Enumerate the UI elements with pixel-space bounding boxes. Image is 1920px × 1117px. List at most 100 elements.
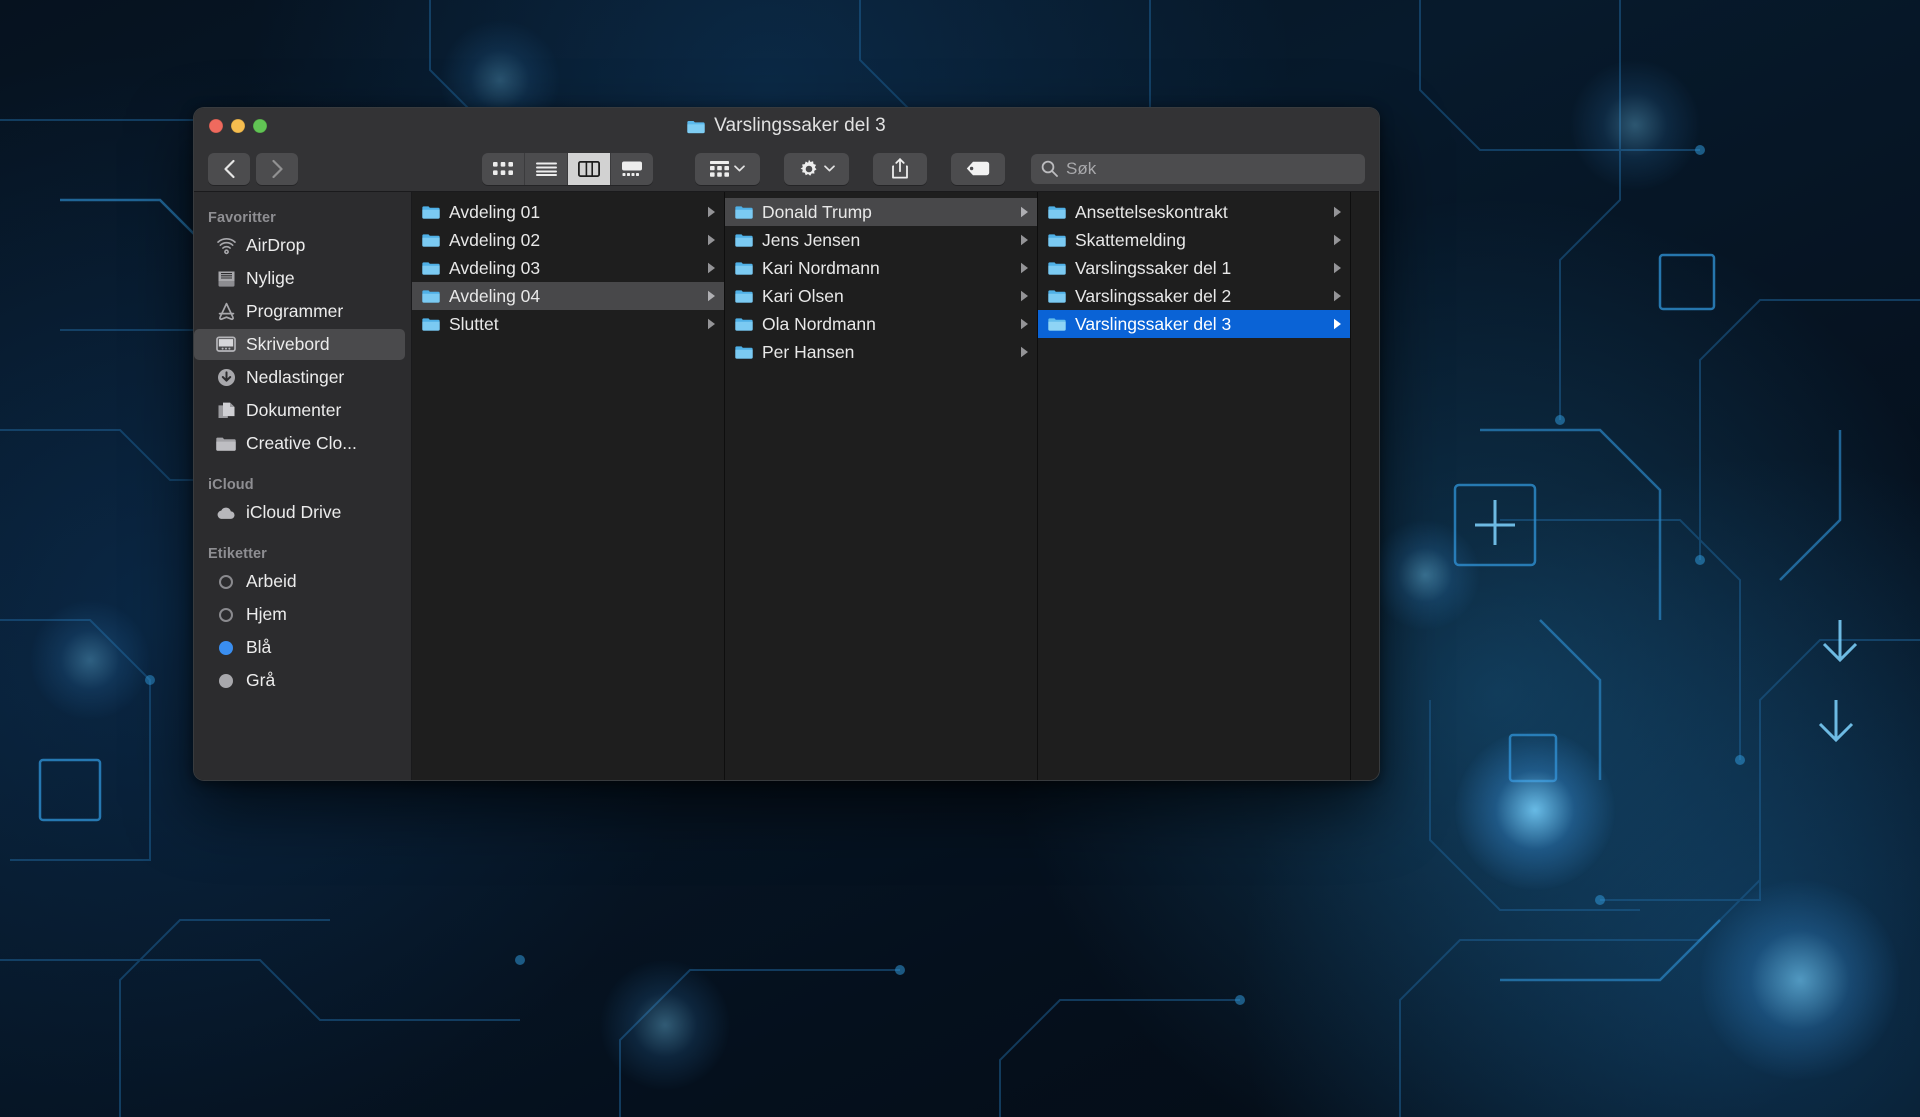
sidebar-item-skrivebord[interactable]: Skrivebord xyxy=(194,329,405,360)
sidebar-item-programmer[interactable]: Programmer xyxy=(194,296,405,327)
column-row[interactable]: Sluttet xyxy=(412,310,724,338)
sidebar-item-nylige[interactable]: Nylige xyxy=(194,263,405,294)
column-row[interactable]: Varslingssaker del 1 xyxy=(1038,254,1350,282)
column-row[interactable]: Ansettelseskontrakt xyxy=(1038,198,1350,226)
column-row-selected-active[interactable]: Varslingssaker del 3 xyxy=(1038,310,1350,338)
column-row[interactable]: Ola Nordmann xyxy=(725,310,1037,338)
sidebar-item-label: Skrivebord xyxy=(246,334,330,354)
finder-column-3[interactable]: Ansettelseskontrakt Skattemelding Varsli… xyxy=(1038,192,1351,780)
column-row[interactable]: Kari Olsen xyxy=(725,282,1037,310)
finder-column-2[interactable]: Donald Trump Jens Jensen Kari Nordmann K… xyxy=(725,192,1038,780)
icon-view-icon xyxy=(493,161,513,175)
chevron-right-icon xyxy=(1333,290,1342,302)
view-mode-list-button[interactable] xyxy=(525,152,568,185)
chevron-right-icon xyxy=(707,262,716,274)
column-row-label: Per Hansen xyxy=(762,341,855,362)
column-row-label: Varslingssaker del 3 xyxy=(1075,313,1232,334)
chevron-right-icon xyxy=(1020,262,1029,274)
column-row[interactable]: Avdeling 03 xyxy=(412,254,724,282)
folder-icon xyxy=(1048,205,1066,219)
navigation-buttons[interactable] xyxy=(208,152,298,185)
chevron-right-icon xyxy=(1020,318,1029,330)
sidebar-section-etiketter: Etiketter xyxy=(208,546,267,562)
view-mode-gallery-button[interactable] xyxy=(611,153,653,185)
sidebar-item-airdrop[interactable]: AirDrop xyxy=(194,230,405,261)
search-field[interactable]: Søk xyxy=(1031,153,1365,184)
sidebar-item-label: Grå xyxy=(246,670,276,690)
tag-button[interactable] xyxy=(951,152,1005,185)
column-row[interactable]: Avdeling 01 xyxy=(412,198,724,226)
column-row-label: Avdeling 01 xyxy=(449,201,541,222)
column-row-label: Kari Nordmann xyxy=(762,257,880,278)
sidebar-item-label: Programmer xyxy=(246,301,344,321)
sidebar-item-dokumenter[interactable]: Dokumenter xyxy=(194,395,405,426)
finder-column-empty[interactable] xyxy=(1351,192,1379,780)
action-menu-button[interactable] xyxy=(784,152,849,185)
column-view: Avdeling 01 Avdeling 02 Avdeling 03 Avde… xyxy=(412,192,1379,780)
sidebar-item-icloud-drive[interactable]: iCloud Drive xyxy=(194,497,405,528)
column-row-label: Avdeling 04 xyxy=(449,285,541,306)
folder-icon xyxy=(422,233,440,247)
view-mode-segmented-control[interactable] xyxy=(482,152,653,185)
folder-icon xyxy=(1048,289,1066,303)
window-body: Favoritter AirDrop Nylige Programmer Skr… xyxy=(194,192,1379,780)
folder-icon xyxy=(422,317,440,331)
window-titlebar[interactable]: Varslingssaker del 3 Søk xyxy=(194,108,1379,192)
sidebar-item-label: AirDrop xyxy=(246,235,306,255)
view-mode-icon-button[interactable] xyxy=(482,152,525,185)
chevron-down-icon xyxy=(734,165,745,172)
chevron-right-icon xyxy=(1333,234,1342,246)
column-row[interactable]: Jens Jensen xyxy=(725,226,1037,254)
share-icon xyxy=(892,158,908,179)
column-row-label: Donald Trump xyxy=(762,201,872,222)
list-view-icon xyxy=(535,162,557,176)
group-by-button[interactable] xyxy=(695,152,760,185)
column-row[interactable]: Avdeling 02 xyxy=(412,226,724,254)
folder-icon xyxy=(735,289,753,303)
folder-icon xyxy=(735,261,753,275)
sidebar-item-creative-cloud[interactable]: Creative Clo... xyxy=(194,428,405,459)
column-row[interactable]: Varslingssaker del 2 xyxy=(1038,282,1350,310)
search-icon xyxy=(1041,160,1058,177)
sidebar-item-label: Dokumenter xyxy=(246,400,342,420)
toolbar[interactable]: Søk xyxy=(194,146,1379,191)
folder-icon xyxy=(216,434,236,454)
window-title: Varslingssaker del 3 xyxy=(194,115,1379,137)
finder-window[interactable]: Varslingssaker del 3 Søk Favoritter AirD… xyxy=(193,107,1380,781)
gear-icon xyxy=(800,159,816,176)
forward-button[interactable] xyxy=(256,152,298,185)
column-row-label: Varslingssaker del 2 xyxy=(1075,285,1232,306)
share-button[interactable] xyxy=(873,152,927,185)
sidebar-item-tag-arbeid[interactable]: Arbeid xyxy=(194,566,405,597)
back-button[interactable] xyxy=(208,152,250,185)
sidebar-item-label: Nylige xyxy=(246,268,295,288)
chevron-right-icon xyxy=(1020,290,1029,302)
tag-dot-icon xyxy=(216,605,236,625)
folder-icon xyxy=(422,205,440,219)
column-row-selected[interactable]: Donald Trump xyxy=(725,198,1037,226)
sidebar-item-tag-bla[interactable]: Blå xyxy=(194,632,405,663)
column-row[interactable]: Per Hansen xyxy=(725,338,1037,366)
sidebar-item-tag-hjem[interactable]: Hjem xyxy=(194,599,405,630)
folder-icon xyxy=(1048,317,1066,331)
folder-icon xyxy=(735,205,753,219)
chevron-right-icon xyxy=(1333,262,1342,274)
recents-icon xyxy=(216,269,236,289)
folder-icon xyxy=(735,345,753,359)
folder-icon xyxy=(735,233,753,247)
column-row-label: Skattemelding xyxy=(1075,229,1186,250)
chevron-right-icon xyxy=(707,234,716,246)
finder-column-1[interactable]: Avdeling 01 Avdeling 02 Avdeling 03 Avde… xyxy=(412,192,725,780)
column-row[interactable]: Skattemelding xyxy=(1038,226,1350,254)
sidebar-item-label: Arbeid xyxy=(246,571,297,591)
sidebar-item-nedlastinger[interactable]: Nedlastinger xyxy=(194,362,405,393)
chevron-right-icon xyxy=(1333,318,1342,330)
view-mode-column-button[interactable] xyxy=(568,152,611,185)
sidebar[interactable]: Favoritter AirDrop Nylige Programmer Skr… xyxy=(194,192,412,780)
folder-icon xyxy=(422,261,440,275)
column-row[interactable]: Kari Nordmann xyxy=(725,254,1037,282)
desktop-icon xyxy=(216,335,236,355)
column-row-selected[interactable]: Avdeling 04 xyxy=(412,282,724,310)
column-row-label: Kari Olsen xyxy=(762,285,844,306)
sidebar-item-tag-graa[interactable]: Grå xyxy=(194,665,405,696)
